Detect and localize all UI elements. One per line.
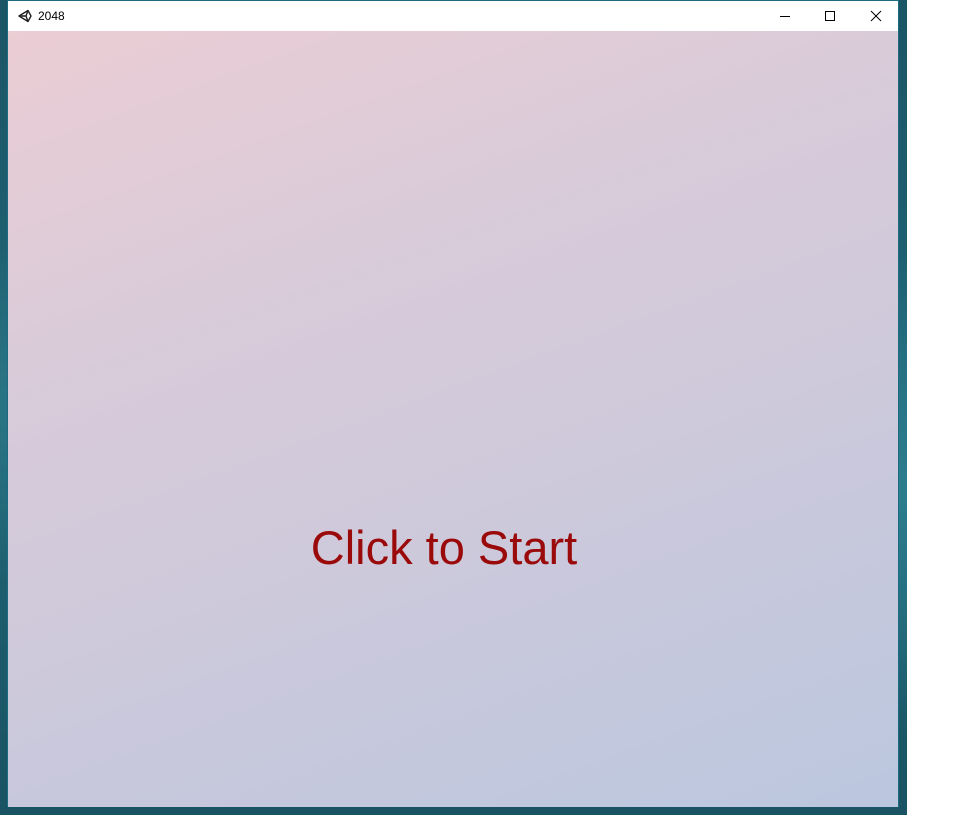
game-window: 2048 Click to Start — [7, 0, 899, 807]
maximize-icon — [825, 11, 835, 21]
minimize-button[interactable] — [762, 1, 808, 31]
minimize-icon — [780, 16, 790, 17]
unity-icon — [18, 9, 32, 23]
close-icon — [870, 10, 882, 22]
close-button[interactable] — [853, 1, 899, 31]
title-bar[interactable]: 2048 — [8, 1, 898, 31]
game-canvas[interactable]: Click to Start — [8, 31, 898, 807]
start-prompt[interactable]: Click to Start — [8, 521, 889, 575]
window-title: 2048 — [38, 9, 65, 23]
maximize-button[interactable] — [807, 1, 853, 31]
